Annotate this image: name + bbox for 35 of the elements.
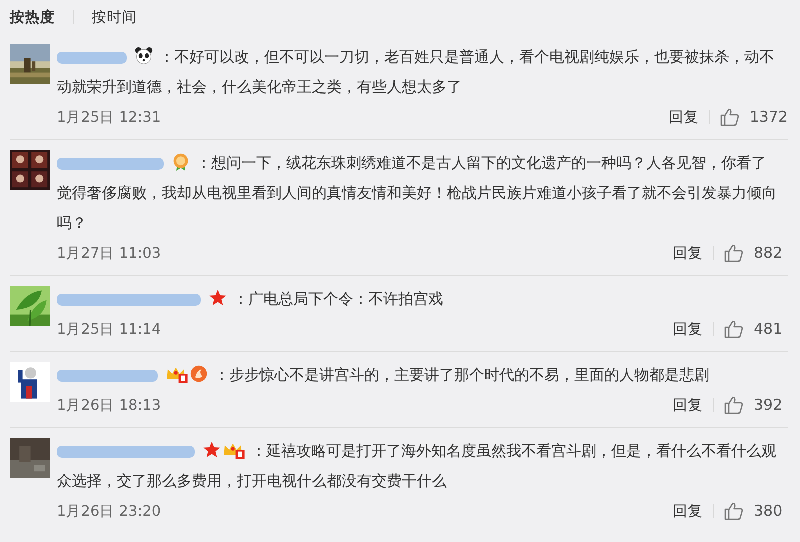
blurred-username (57, 52, 127, 64)
like-count: 392 (754, 396, 784, 414)
reply-link[interactable]: 回复 (673, 502, 703, 520)
comment-time: 1月27日 11:03 (57, 244, 162, 262)
reply-link[interactable]: 回复 (673, 320, 703, 338)
comment-text: ：步步惊心不是讲宫斗的，主要讲了那个时代的不易，里面的人物都是悲剧 (57, 360, 788, 390)
like-count: 1372 (750, 108, 788, 126)
like-count: 380 (754, 502, 784, 520)
comment-text: ：想问一下，绒花东珠刺绣难道不是古人留下的文化遗产的一种吗？人各见智，你看了觉得奢侈腐败，我却从电视里看到人间的真情友情和美好！枪战片民族片难道小孩子看了就不会引发暴力倾向吗？ (57, 152, 778, 234)
like-count: 481 (754, 320, 784, 338)
thumbs-up-icon[interactable] (724, 395, 744, 415)
star-icon (202, 441, 221, 459)
comment-time: 1月25日 12:31 (57, 108, 162, 126)
sort-tab[interactable]: 按热度 (10, 8, 55, 26)
reply-link[interactable]: 回复 (673, 244, 703, 262)
crown-icon (166, 365, 188, 383)
comment-text: ：延禧攻略可是打开了海外知名度虽然我不看宫斗剧，但是，看什么不看什么观众选择，交了那么多费用，打开电视什么都没有交费干什么 (57, 440, 778, 492)
comment-text: ：不好可以改，但不可以一刀切，老百姓只是普通人，看个电视剧纯娱乐，也要被抹杀，动不动就荣升到道德，社会，什么美化帝王之类，有些人想太多了 (57, 46, 776, 98)
panda-icon (134, 47, 153, 65)
crown-icon (222, 441, 245, 459)
reply-link[interactable]: 回复 (673, 396, 703, 414)
comment-text: ：广电总局下个令：不许拍宫戏 (57, 284, 788, 314)
star-icon (208, 289, 227, 307)
thumbs-up-icon[interactable] (724, 501, 744, 521)
thumbs-up-icon[interactable] (724, 319, 744, 339)
thumbs-up-icon[interactable] (720, 107, 740, 127)
flame-icon (190, 365, 208, 383)
comment-time: 1月26日 18:13 (57, 396, 162, 414)
medal-icon (172, 153, 190, 171)
thumbs-up-icon[interactable] (724, 243, 744, 263)
reply-link[interactable]: 回复 (668, 108, 699, 126)
sort-tab[interactable]: 按时间 (92, 8, 137, 26)
comment-time: 1月26日 23:20 (57, 502, 162, 520)
comment-time: 1月25日 11:14 (57, 320, 162, 338)
like-count: 882 (754, 244, 784, 262)
